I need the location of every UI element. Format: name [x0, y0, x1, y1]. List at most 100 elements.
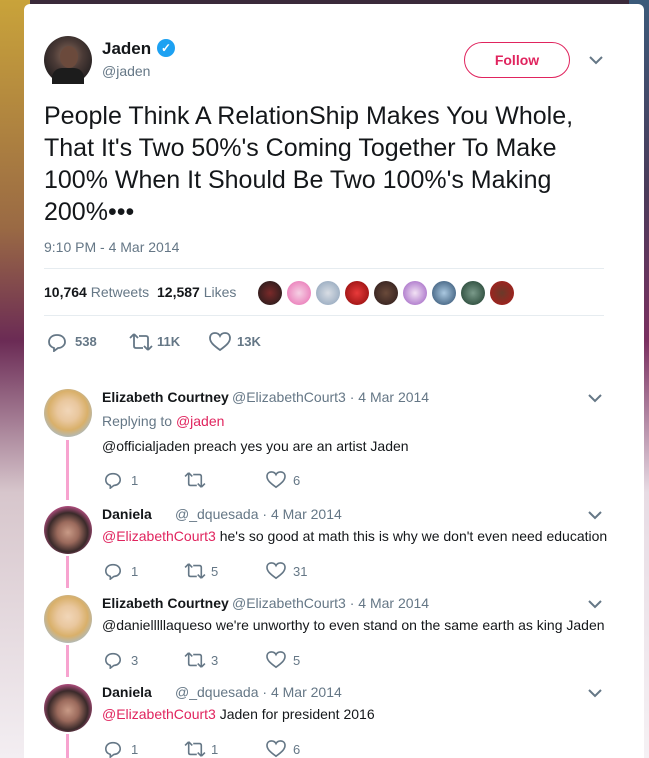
retweet-button[interactable]: 3 — [184, 651, 234, 669]
like-button[interactable]: 6 — [266, 471, 316, 489]
chevron-down-icon[interactable] — [588, 393, 602, 403]
like-count: 31 — [293, 564, 308, 579]
reply-tweet[interactable]: Elizabeth Courtney @ElizabethCourt3 · 4 … — [44, 389, 614, 489]
divider — [44, 268, 604, 269]
reply-date[interactable]: · 4 Mar 2014 — [262, 506, 341, 522]
reply-button[interactable]: 3 — [104, 651, 144, 669]
avatar[interactable] — [44, 684, 92, 732]
retweet-count: 3 — [211, 653, 219, 668]
liker-avatar[interactable] — [403, 281, 427, 305]
replying-to-link[interactable]: @jaden — [176, 413, 224, 429]
reply-text: @ElizabethCourt3 he's so good at math th… — [102, 528, 607, 544]
like-button[interactable]: 5 — [266, 651, 316, 669]
like-button[interactable]: 13K — [209, 332, 279, 352]
replying-to-label: Replying to — [102, 413, 173, 429]
reply-button[interactable]: 1 — [104, 562, 144, 580]
retweet-icon — [184, 652, 206, 668]
like-button[interactable]: 6 — [266, 740, 316, 758]
retweet-button[interactable]: 11K — [129, 332, 199, 352]
replying-to: Replying to @jaden — [102, 413, 224, 429]
reply-author-name[interactable]: Elizabeth Courtney — [102, 595, 229, 611]
retweet-count: 5 — [211, 564, 219, 579]
reply-button[interactable]: 538 — [47, 332, 107, 352]
reply-tweet[interactable]: Elizabeth Courtney @ElizabethCourt3 · 4 … — [44, 595, 614, 675]
heart-icon — [266, 651, 286, 669]
retweet-icon — [184, 741, 206, 757]
chevron-down-icon[interactable] — [588, 688, 602, 698]
author-handle[interactable]: @jaden — [102, 63, 150, 79]
divider — [44, 315, 604, 316]
reply-meta: @_dquesada · 4 Mar 2014 — [175, 506, 342, 522]
reply-date[interactable]: · 4 Mar 2014 — [262, 684, 341, 700]
avatar[interactable] — [44, 506, 92, 554]
like-count: 5 — [293, 653, 301, 668]
heart-icon — [209, 332, 231, 352]
retweets-count: 10,764 — [44, 284, 87, 300]
reply-author-name[interactable]: Daniela — [102, 684, 152, 700]
reply-meta: @_dquesada · 4 Mar 2014 — [175, 684, 342, 700]
chevron-down-icon[interactable] — [588, 54, 604, 66]
liker-avatar[interactable] — [432, 281, 456, 305]
reply-author-name[interactable]: Elizabeth Courtney — [102, 389, 229, 405]
reply-count: 1 — [131, 564, 139, 579]
reply-text: @officialjaden preach yes you are an art… — [102, 438, 409, 454]
follow-button[interactable]: Follow — [464, 42, 570, 78]
reply-author-handle[interactable]: @ElizabethCourt3 — [232, 389, 346, 405]
reply-author-handle[interactable]: @_dquesada — [175, 506, 259, 522]
liker-avatar[interactable] — [258, 281, 282, 305]
retweet-icon — [129, 333, 153, 351]
liker-avatar[interactable] — [316, 281, 340, 305]
reply-body: he's so good at math this is why we don'… — [215, 528, 608, 544]
reply-actions: 1 5 31 — [102, 562, 402, 580]
retweet-button[interactable]: 1 — [184, 740, 234, 758]
reply-body: Jaden for president 2016 — [215, 706, 375, 722]
reply-text: @danielllllaqueso we're unworthy to even… — [102, 617, 605, 633]
reply-date[interactable]: · 4 Mar 2014 — [350, 389, 429, 405]
avatar[interactable] — [44, 595, 92, 643]
liker-avatar[interactable] — [490, 281, 514, 305]
author-name[interactable]: Jaden — [102, 39, 151, 59]
like-button[interactable]: 31 — [266, 562, 316, 580]
tweet-text: People Think A RelationShip Makes You Wh… — [44, 102, 574, 226]
tweet-timestamp[interactable]: 9:10 PM - 4 Mar 2014 — [44, 239, 179, 255]
retweets-stat[interactable]: 10,764 Retweets — [44, 284, 149, 300]
retweet-button[interactable]: 5 — [184, 562, 234, 580]
reply-button[interactable]: 1 — [104, 471, 144, 489]
reply-author-handle[interactable]: @ElizabethCourt3 — [232, 595, 346, 611]
reply-author-name[interactable]: Daniela — [102, 506, 152, 522]
avatar[interactable] — [44, 389, 92, 437]
reply-text: @ElizabethCourt3 Jaden for president 201… — [102, 706, 375, 722]
like-count: 6 — [293, 473, 301, 488]
heart-icon — [266, 562, 286, 580]
reply-mention[interactable]: @ElizabethCourt3 — [102, 706, 216, 722]
reply-date[interactable]: · 4 Mar 2014 — [350, 595, 429, 611]
reply-tweet[interactable]: Daniela @_dquesada · 4 Mar 2014 @Elizabe… — [44, 684, 614, 758]
reply-meta: @ElizabethCourt3 · 4 Mar 2014 — [232, 595, 429, 611]
heart-icon — [266, 471, 286, 489]
reply-author-handle[interactable]: @_dquesada — [175, 684, 259, 700]
reply-icon — [48, 334, 66, 352]
chevron-down-icon[interactable] — [588, 599, 602, 609]
reply-tweet[interactable]: Daniela @_dquesada · 4 Mar 2014 @Elizabe… — [44, 506, 614, 586]
chevron-down-icon[interactable] — [588, 510, 602, 520]
liker-avatar[interactable] — [345, 281, 369, 305]
reply-mention[interactable]: @ElizabethCourt3 — [102, 528, 216, 544]
avatar[interactable] — [44, 36, 92, 84]
reply-count: 538 — [75, 334, 97, 349]
liker-avatar[interactable] — [461, 281, 485, 305]
reply-button[interactable]: 1 — [104, 740, 144, 758]
like-count: 6 — [293, 742, 301, 757]
retweets-label: Retweets — [90, 284, 150, 300]
likes-stat[interactable]: 12,587 Likes — [157, 284, 236, 300]
liker-avatar[interactable] — [374, 281, 398, 305]
reply-icon — [104, 563, 122, 580]
heart-icon — [266, 740, 286, 758]
reply-count: 3 — [131, 653, 139, 668]
reply-count: 1 — [131, 473, 139, 488]
reply-actions: 1 1 6 — [102, 740, 402, 758]
retweet-count: 1 — [211, 742, 219, 757]
reply-icon — [104, 472, 122, 489]
liker-avatar[interactable] — [287, 281, 311, 305]
retweet-button[interactable] — [184, 471, 234, 489]
reply-actions: 1 6 — [102, 471, 402, 489]
